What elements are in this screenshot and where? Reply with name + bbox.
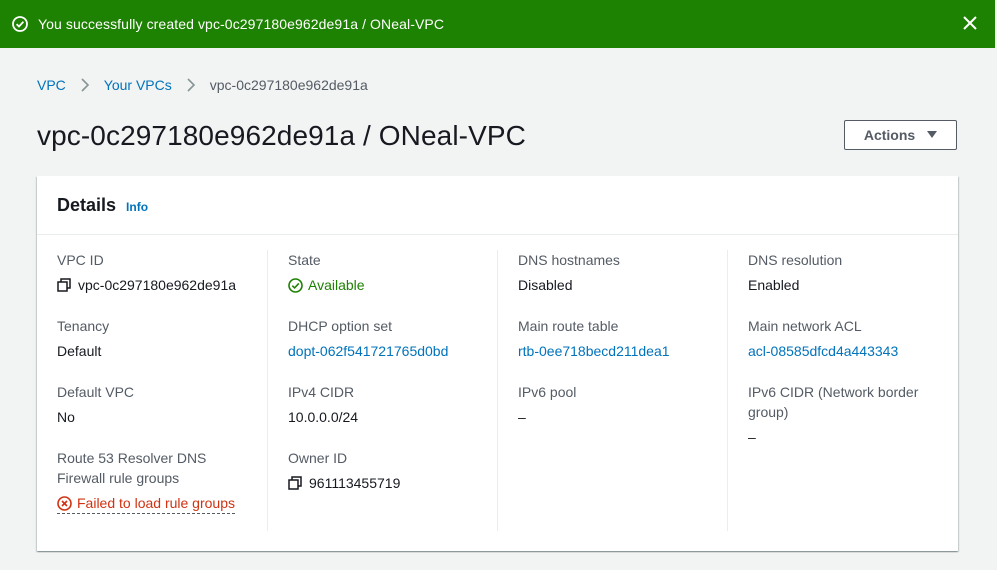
dns-resolution-value: Enabled	[748, 277, 800, 293]
field-ipv4-cidr: IPv4 CIDR 10.0.0.0/24	[288, 382, 497, 427]
field-label: IPv6 CIDR (Network border group)	[748, 384, 919, 420]
field-default-vpc: Default VPC No	[57, 382, 267, 427]
field-label: Owner ID	[288, 450, 348, 466]
details-column-3: DNS hostnames Disabled Main route table …	[497, 250, 727, 531]
field-label: State	[288, 252, 321, 268]
network-acl-link[interactable]: acl-08585dfcd4a443343	[748, 341, 898, 361]
actions-button[interactable]: Actions	[844, 120, 957, 150]
breadcrumb-your-vpcs[interactable]: Your VPCs	[104, 77, 172, 93]
field-value-row: dopt-062f541721765d0bd	[288, 341, 497, 361]
field-value-row: Failed to load rule groups	[57, 493, 267, 514]
field-label: DNS hostnames	[518, 252, 620, 268]
caret-down-icon	[927, 131, 938, 139]
field-value-row: Available	[288, 275, 497, 295]
field-label: Tenancy	[57, 318, 110, 334]
field-vpc-id: VPC ID vpc-0c297180e962de91a	[57, 250, 267, 295]
tenancy-value: Default	[57, 343, 102, 359]
field-label: IPv4 CIDR	[288, 384, 355, 400]
failed-status[interactable]: Failed to load rule groups	[57, 493, 235, 514]
check-circle-icon	[12, 16, 28, 32]
field-value-row: 961113455719	[288, 473, 497, 493]
page-title: vpc-0c297180e962de91a / ONeal-VPC	[37, 120, 526, 151]
chevron-right-icon	[186, 78, 196, 92]
field-tenancy: Tenancy Default	[57, 316, 267, 361]
dns-hostnames-value: Disabled	[518, 277, 573, 293]
details-heading: Details	[57, 194, 117, 215]
field-state: State Available	[288, 250, 497, 295]
field-owner-id: Owner ID 961113455719	[288, 448, 497, 493]
field-dns-resolution: DNS resolution Enabled	[748, 250, 958, 295]
details-columns: VPC ID vpc-0c297180e962de91a Tenancy Def…	[37, 250, 958, 531]
chevron-right-icon	[80, 78, 90, 92]
field-label: DHCP option set	[288, 318, 393, 334]
route-table-link[interactable]: rtb-0ee718becd211dea1	[518, 341, 670, 361]
default-vpc-value: No	[57, 409, 75, 425]
state-value: Available	[308, 277, 365, 293]
dhcp-link[interactable]: dopt-062f541721765d0bd	[288, 341, 448, 361]
copy-icon[interactable]	[288, 476, 302, 490]
details-column-4: DNS resolution Enabled Main network ACL …	[727, 250, 958, 531]
copy-icon[interactable]	[57, 278, 71, 292]
field-label: VPC ID	[57, 252, 104, 268]
field-ipv6-cidr: IPv6 CIDR (Network border group) –	[748, 382, 958, 447]
details-column-2: State Available DHCP option set dopt-062…	[267, 250, 497, 531]
field-ipv6-pool: IPv6 pool –	[518, 382, 727, 427]
field-resolver-rule-groups: Route 53 Resolver DNS Firewall rule grou…	[57, 448, 267, 514]
field-main-route-table: Main route table rtb-0ee718becd211dea1	[518, 316, 727, 361]
ipv6-pool-value: –	[518, 409, 526, 425]
ipv6-cidr-value: –	[748, 429, 756, 445]
details-header: Details Info	[37, 176, 958, 235]
field-label: DNS resolution	[748, 252, 843, 268]
success-flash-bar: You successfully created vpc-0c297180e96…	[0, 0, 997, 48]
vpc-id-value: vpc-0c297180e962de91a	[78, 277, 237, 293]
info-link[interactable]: Info	[126, 200, 148, 214]
breadcrumb: VPC Your VPCs vpc-0c297180e962de91a	[37, 77, 368, 93]
check-circle-icon	[288, 277, 303, 293]
field-dhcp: DHCP option set dopt-062f541721765d0bd	[288, 316, 497, 361]
breadcrumb-vpc[interactable]: VPC	[37, 77, 66, 93]
field-label: Main route table	[518, 318, 619, 334]
owner-id-value: 961113455719	[309, 475, 401, 491]
field-value-row: acl-08585dfcd4a443343	[748, 341, 958, 361]
breadcrumb-current: vpc-0c297180e962de91a	[209, 77, 368, 93]
field-label: Default VPC	[57, 384, 135, 400]
field-main-network-acl: Main network ACL acl-08585dfcd4a443343	[748, 316, 958, 361]
field-label: Route 53 Resolver DNS Firewall rule grou…	[57, 450, 207, 486]
details-column-1: VPC ID vpc-0c297180e962de91a Tenancy Def…	[37, 250, 267, 531]
failed-status-text: Failed to load rule groups	[77, 495, 235, 511]
field-value-row: vpc-0c297180e962de91a	[57, 275, 267, 295]
field-dns-hostnames: DNS hostnames Disabled	[518, 250, 727, 295]
field-value-row: rtb-0ee718becd211dea1	[518, 341, 727, 361]
error-circle-icon	[57, 495, 72, 511]
ipv4-cidr-value: 10.0.0.0/24	[288, 409, 359, 425]
actions-label: Actions	[863, 127, 916, 143]
flash-message: You successfully created vpc-0c297180e96…	[38, 16, 445, 32]
field-label: Main network ACL	[748, 318, 862, 334]
details-panel: Details Info VPC ID vpc-0c297180e962de91…	[37, 176, 958, 551]
close-icon[interactable]	[962, 15, 978, 31]
field-label: IPv6 pool	[518, 384, 577, 400]
